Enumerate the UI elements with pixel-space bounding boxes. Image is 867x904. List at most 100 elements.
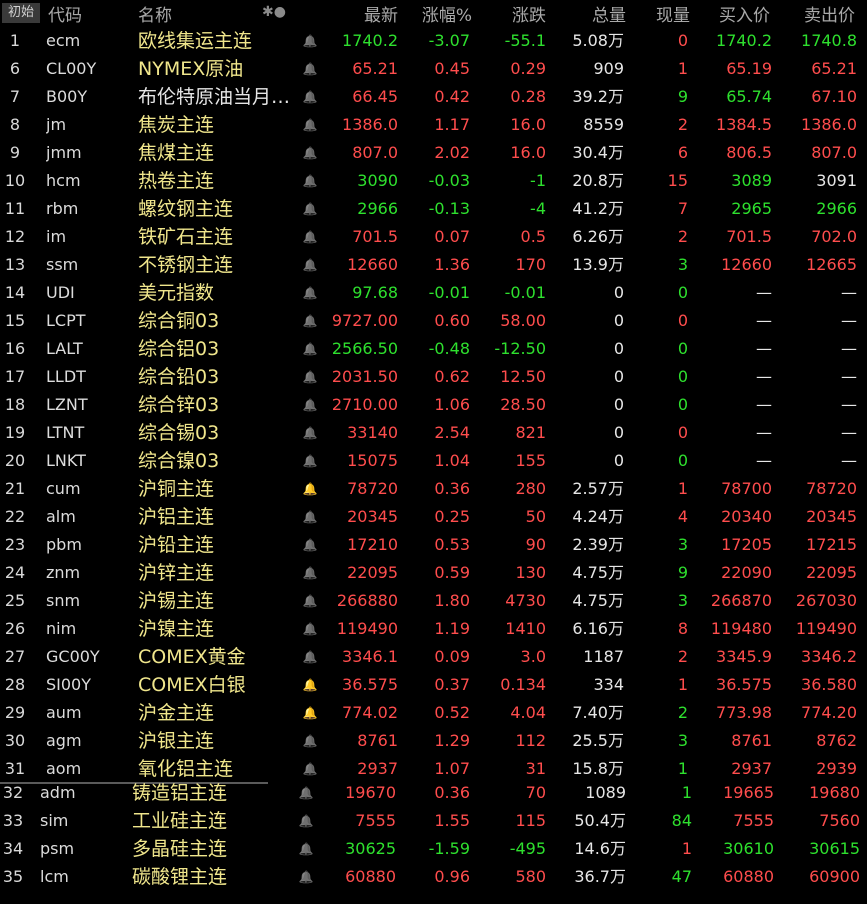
row-index: 34: [2, 839, 24, 858]
row-last-price: 1740.2: [342, 31, 398, 50]
row-code: sim: [40, 811, 69, 830]
table-row[interactable]: 23 pbm 沪铅主连 🔔 17210 0.53 90 2.39万 3 17205 17215: [0, 531, 867, 559]
row-index: 18: [4, 395, 26, 414]
row-current-volume: 0: [677, 423, 688, 442]
row-code: nim: [46, 619, 77, 638]
row-code: GC00Y: [46, 647, 100, 666]
row-volume: 2.57万: [572, 479, 624, 498]
header-cur[interactable]: 现量: [628, 1, 690, 26]
header-pct[interactable]: 涨幅%: [400, 1, 472, 26]
row-current-volume: 1: [677, 479, 688, 498]
table-row[interactable]: 28 SI00Y COMEX白银 🔔 36.575 0.37 0.134 334 1 36.575…: [0, 671, 867, 699]
row-last-price: 19670: [345, 783, 396, 802]
row-current-volume: 3: [677, 591, 688, 610]
row-change: -55.1: [504, 31, 546, 50]
header-bid[interactable]: 买入价: [690, 1, 770, 26]
table-row[interactable]: 17 LLDT 综合铅03 🔔 2031.50 0.62 12.50 0 0— —: [0, 363, 867, 391]
table-row[interactable]: 9 jmm 焦煤主连 🔔 807.0 2.02 16.0 30.4万 6 806.5 807.0: [0, 139, 867, 167]
row-code: LNKT: [46, 451, 86, 470]
row-name: 沪银主连: [138, 730, 215, 752]
row-change-pct: 0.45: [434, 59, 470, 78]
row-change-pct: 0.36: [434, 783, 470, 802]
table-row[interactable]: 25 snm 沪锡主连 🔔 266880 1.80 4730 4.75万 3 266870 2670…: [0, 587, 867, 615]
table-row[interactable]: 8 jm 焦炭主连 🔔 1386.0 1.17 16.0 8559 2 1384.5 1386.0: [0, 111, 867, 139]
row-index: 19: [4, 423, 26, 442]
table-row[interactable]: 22 alm 沪铝主连 🔔 20345 0.25 50 4.24万 4 20340 20345: [0, 503, 867, 531]
header-name[interactable]: 名称: [138, 1, 172, 26]
row-index: 21: [4, 479, 26, 498]
row-volume: 30.4万: [572, 143, 624, 162]
table-row[interactable]: 19 LTNT 综合锡03 🔔 33140 2.54 821 0 0— —: [0, 419, 867, 447]
header-chg[interactable]: 涨跌: [470, 1, 546, 26]
table-row[interactable]: 15 LCPT 综合铜03 🔔 9727.00 0.60 58.00 0 0— —: [0, 307, 867, 335]
row-index: 20: [4, 451, 26, 470]
init-button[interactable]: 初始: [2, 3, 40, 23]
row-name: NYMEX原油: [138, 58, 244, 80]
row-index: 22: [4, 507, 26, 526]
row-bid-price: 65.19: [726, 59, 772, 78]
row-current-volume: 0: [677, 395, 688, 414]
table-row[interactable]: 20 LNKT 综合镍03 🔔 15075 1.04 155 0 0— —: [0, 447, 867, 475]
table-row[interactable]: 7 B00Y 布伦特原油当月… 🔔 66.45 0.42 0.28 39.2万 9 65.74 67…: [0, 83, 867, 111]
table-row[interactable]: 32 adm 铸造铝主连 🔔 19670 0.36 70 1089 1 19665 19680: [0, 779, 867, 807]
row-current-volume: 3: [677, 535, 688, 554]
row-index: 25: [4, 591, 26, 610]
table-row[interactable]: 1 ecm 欧线集运主连 🔔 1740.2 -3.07 -55.1 5.08万 0 1740.2 1…: [0, 27, 867, 55]
row-name: 综合锌03: [138, 394, 220, 416]
row-last-price: 97.68: [352, 283, 398, 302]
row-ask-price: —: [841, 423, 857, 442]
row-last-price: 119490: [336, 619, 398, 638]
table-row[interactable]: 18 LZNT 综合锌03 🔔 2710.00 1.06 28.50 0 0— —: [0, 391, 867, 419]
row-volume: 7.40万: [572, 703, 624, 722]
row-name: 沪锌主连: [138, 562, 215, 584]
row-current-volume: 2: [677, 703, 688, 722]
row-current-volume: 9: [677, 563, 688, 582]
row-bid-price: 773.98: [716, 703, 772, 722]
table-row[interactable]: 10 hcm 热卷主连 🔔 3090 -0.03 -1 20.8万 15 3089 3091: [0, 167, 867, 195]
table-row[interactable]: 29 aum 沪金主连 🔔 774.02 0.52 4.04 7.40万 2 773.98 774.…: [0, 699, 867, 727]
row-last-price: 7555: [355, 811, 396, 830]
table-row[interactable]: 14 UDI 美元指数 🔔 97.68 -0.01 -0.01 0 0— —: [0, 279, 867, 307]
table-row[interactable]: 35 lcm 碳酸锂主连 🔔 60880 0.96 580 36.7万 47 60880 60900: [0, 863, 867, 891]
header-ask[interactable]: 卖出价: [775, 1, 855, 26]
table-row[interactable]: 24 znm 沪锌主连 🔔 22095 0.59 130 4.75万 9 22090 22095: [0, 559, 867, 587]
row-bid-price: 65.74: [726, 87, 772, 106]
header-vol[interactable]: 总量: [548, 1, 626, 26]
row-change: 155: [515, 451, 546, 470]
row-code: SI00Y: [46, 675, 92, 694]
table-row[interactable]: 16 LALT 综合铝03 🔔 2566.50 -0.48 -12.50 0 0— —: [0, 335, 867, 363]
table-row[interactable]: 26 nim 沪镍主连 🔔 119490 1.19 1410 6.16万 8 119480 1194…: [0, 615, 867, 643]
table-row[interactable]: 11 rbm 螺纹钢主连 🔔 2966 -0.13 -4 41.2万 7 2965 2966: [0, 195, 867, 223]
row-change: 50: [525, 507, 546, 526]
row-name: 沪铅主连: [138, 534, 215, 556]
row-bid-price: —: [756, 395, 772, 414]
row-change-pct: 1.17: [434, 115, 470, 134]
row-bid-price: —: [756, 283, 772, 302]
row-volume: 36.7万: [574, 867, 626, 886]
row-current-volume: 1: [677, 675, 688, 694]
row-change: -495: [509, 839, 546, 858]
table-row[interactable]: 30 agm 沪银主连 🔔 8761 1.29 112 25.5万 3 8761 8762: [0, 727, 867, 755]
table-row[interactable]: 6 CL00Y NYMEX原油 🔔 65.21 0.45 0.29 909 1 65.19 65.2…: [0, 55, 867, 83]
table-row[interactable]: 34 psm 多晶硅主连 🔔 30625 -1.59 -495 14.6万 1 30610 3061…: [0, 835, 867, 863]
row-ask-price: 36.580: [801, 675, 857, 694]
table-row[interactable]: 12 im 铁矿石主连 🔔 701.5 0.07 0.5 6.26万 2 701.5 702.0: [0, 223, 867, 251]
row-code: im: [46, 227, 67, 246]
table-row[interactable]: 13 ssm 不锈钢主连 🔔 12660 1.36 170 13.9万 3 12660 12665: [0, 251, 867, 279]
table-row[interactable]: 21 cum 沪铜主连 🔔 78720 0.36 280 2.57万 1 78700 78720: [0, 475, 867, 503]
header-code[interactable]: 代码: [48, 1, 82, 26]
row-index: 14: [4, 283, 26, 302]
row-current-volume: 3: [677, 255, 688, 274]
header-last[interactable]: 最新: [318, 1, 398, 26]
table-row[interactable]: 27 GC00Y COMEX黄金 🔔 3346.1 0.09 3.0 1187 2 3345.9 3…: [0, 643, 867, 671]
row-volume: 0: [613, 311, 624, 330]
row-bid-price: 60880: [723, 867, 774, 886]
row-volume: 2.39万: [572, 535, 624, 554]
row-name: 不锈钢主连: [138, 254, 234, 276]
row-ask-price: —: [841, 311, 857, 330]
row-change-pct: 1.04: [434, 451, 470, 470]
row-change-pct: 2.02: [434, 143, 470, 162]
table-row[interactable]: 33 sim 工业硅主连 🔔 7555 1.55 115 50.4万 84 7555 7560: [0, 807, 867, 835]
row-volume: 8559: [583, 115, 624, 134]
column-settings-icon[interactable]: ✱●: [262, 4, 286, 20]
